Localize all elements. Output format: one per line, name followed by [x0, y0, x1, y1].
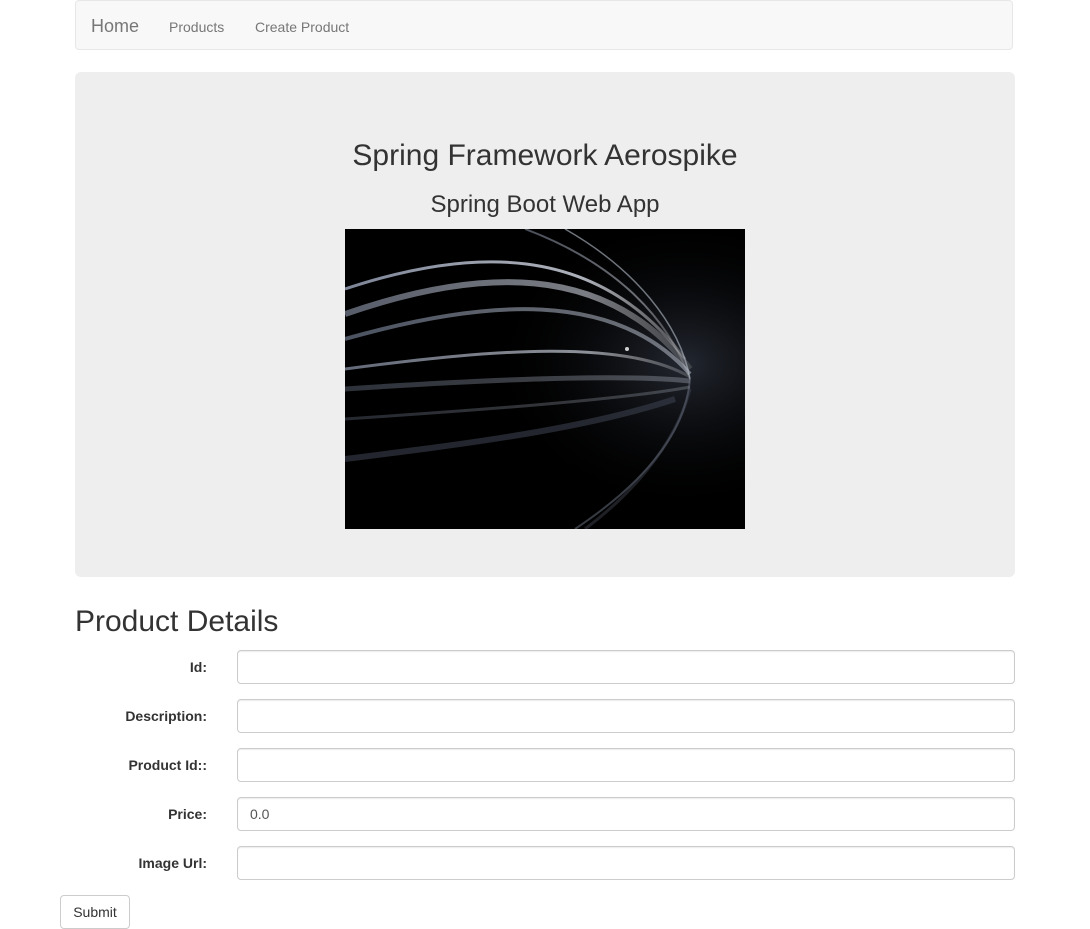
jumbotron-subtitle: Spring Boot Web App [430, 191, 660, 218]
submit-button[interactable]: Submit [60, 895, 130, 929]
jumbotron: Spring Framework Aerospike Spring Boot W… [75, 72, 1015, 577]
description-field[interactable] [237, 699, 1015, 733]
image-url-label: Image Url: [138, 855, 207, 871]
jumbotron-title: Spring Framework Aerospike [352, 139, 738, 172]
id-label: Id: [189, 659, 207, 675]
price-field[interactable] [237, 797, 1015, 831]
description-label: Description: [125, 708, 207, 724]
nav-products-link[interactable]: Products [169, 18, 224, 36]
form-row-image-url: Image Url: [75, 846, 1015, 880]
product-details-title: Product Details [75, 605, 279, 638]
nav-home-link[interactable]: Home [91, 16, 139, 36]
form-row-id: Id: [75, 650, 1015, 684]
price-label: Price: [168, 806, 207, 822]
product-id-field[interactable] [237, 748, 1015, 782]
navbar: Home Products Create Product [75, 0, 1013, 50]
product-id-label: Product Id:: [128, 757, 207, 773]
hero-image [345, 229, 745, 529]
id-field[interactable] [237, 650, 1015, 684]
form-row-description: Description: [75, 699, 1015, 733]
nav-create-product-link[interactable]: Create Product [255, 18, 349, 36]
form-row-product-id: Product Id:: [75, 748, 1015, 782]
form-row-price: Price: [75, 797, 1015, 831]
image-url-field[interactable] [237, 846, 1015, 880]
